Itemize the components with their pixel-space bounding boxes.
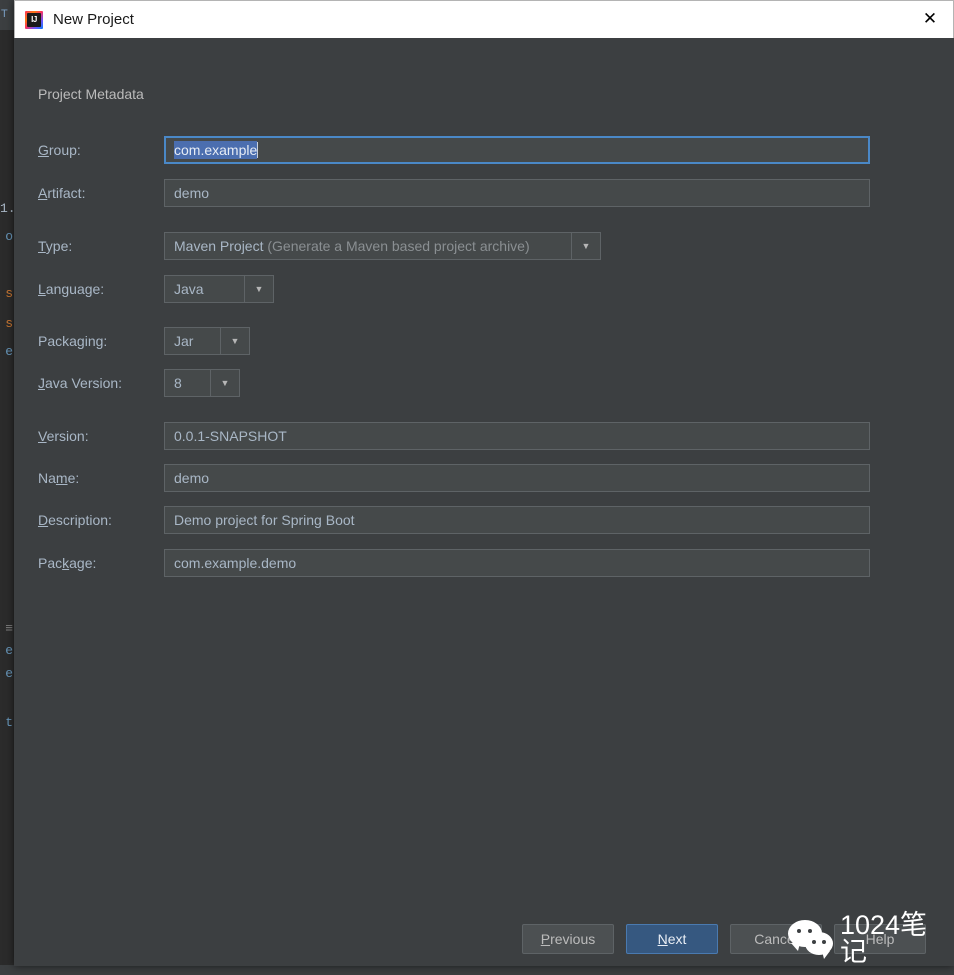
chevron-down-icon[interactable]: ▼ [220,328,249,354]
label-description: Description: [38,512,112,528]
form-row-java-version: Java Version: 8 ▼ [38,369,888,397]
label-java-version: Java Version: [38,375,123,391]
section-title: Project Metadata [38,86,144,102]
intellij-idea-icon: IJ [25,10,43,29]
combo-value-language: Java [174,281,204,297]
help-button[interactable]: Help [834,924,926,954]
screen: 1.osse≡eet T Maven« IJ New Project ✕ Pro… [0,0,954,975]
chevron-down-icon[interactable]: ▼ [210,370,239,396]
editor-tab-label: T [1,8,8,20]
editor-sliver-char: e [5,667,13,681]
editor-sliver-char: s [5,287,13,301]
app-icon-label: IJ [27,12,41,27]
input-group[interactable]: com.example [164,136,870,164]
input-package[interactable]: com.example.demo [164,549,870,577]
editor-sliver-char: e [5,644,13,658]
cancel-button[interactable]: Cancel [730,924,822,954]
editor-sliver-char: s [5,317,13,331]
combo-language[interactable]: Java ▼ [164,275,274,303]
editor-sliver-char: ≡ [5,622,13,636]
combo-value-packaging: Jar [174,333,194,349]
label-language: Language: [38,281,105,297]
label-artifact: Artifact: [38,185,86,201]
form-row-artifact: Artifact: demo [38,179,888,207]
input-version[interactable]: 0.0.1-SNAPSHOT [164,422,870,450]
form-row-packaging: Packaging: Jar ▼ [38,327,888,355]
editor-sliver-char: 1. [0,202,14,216]
label-group: Group: [38,142,81,158]
label-type: Type: [38,238,73,254]
form-row-name: Name: demo [38,464,888,492]
combo-value-type: Maven Project (Generate a Maven based pr… [174,238,530,254]
editor-tab-sliver[interactable]: T [0,0,14,31]
dialog-title: New Project [53,11,134,28]
input-artifact[interactable]: demo [164,179,870,207]
previous-button[interactable]: Previous [522,924,614,954]
input-description[interactable]: Demo project for Spring Boot [164,506,870,534]
input-name[interactable]: demo [164,464,870,492]
combo-java-version[interactable]: 8 ▼ [164,369,240,397]
form-row-description: Description: Demo project for Spring Boot [38,506,888,534]
close-icon[interactable]: ✕ [907,1,953,37]
form-row-type: Type: Maven Project (Generate a Maven bas… [38,232,888,260]
chevron-down-icon[interactable]: ▼ [571,233,600,259]
label-name: Name: [38,470,80,486]
label-packaging: Packaging: [38,333,108,349]
chevron-down-icon[interactable]: ▼ [244,276,273,302]
next-button[interactable]: Next [626,924,718,954]
combo-packaging[interactable]: Jar ▼ [164,327,250,355]
dialog-title-bar: IJ New Project ✕ [14,0,954,38]
new-project-dialog: IJ New Project ✕ Project Metadata Group:… [14,0,954,966]
editor-sliver-char: o [5,230,13,244]
form-row-group: Group: com.example [38,136,888,164]
label-package: Package: [38,555,97,571]
combo-value-java-version: 8 [174,375,182,391]
form-row-language: Language: Java ▼ [38,275,888,303]
editor-sliver-char: e [5,345,13,359]
editor-sliver-char: t [5,716,13,730]
editor-sliver: 1.osse≡eet [0,30,14,975]
form-row-package: Package: com.example.demo [38,549,888,577]
form-row-version: Version: 0.0.1-SNAPSHOT [38,422,888,450]
label-version: Version: [38,428,89,444]
combo-type[interactable]: Maven Project (Generate a Maven based pr… [164,232,601,260]
dialog-body: Project Metadata Group: com.example Artifa… [14,38,954,966]
